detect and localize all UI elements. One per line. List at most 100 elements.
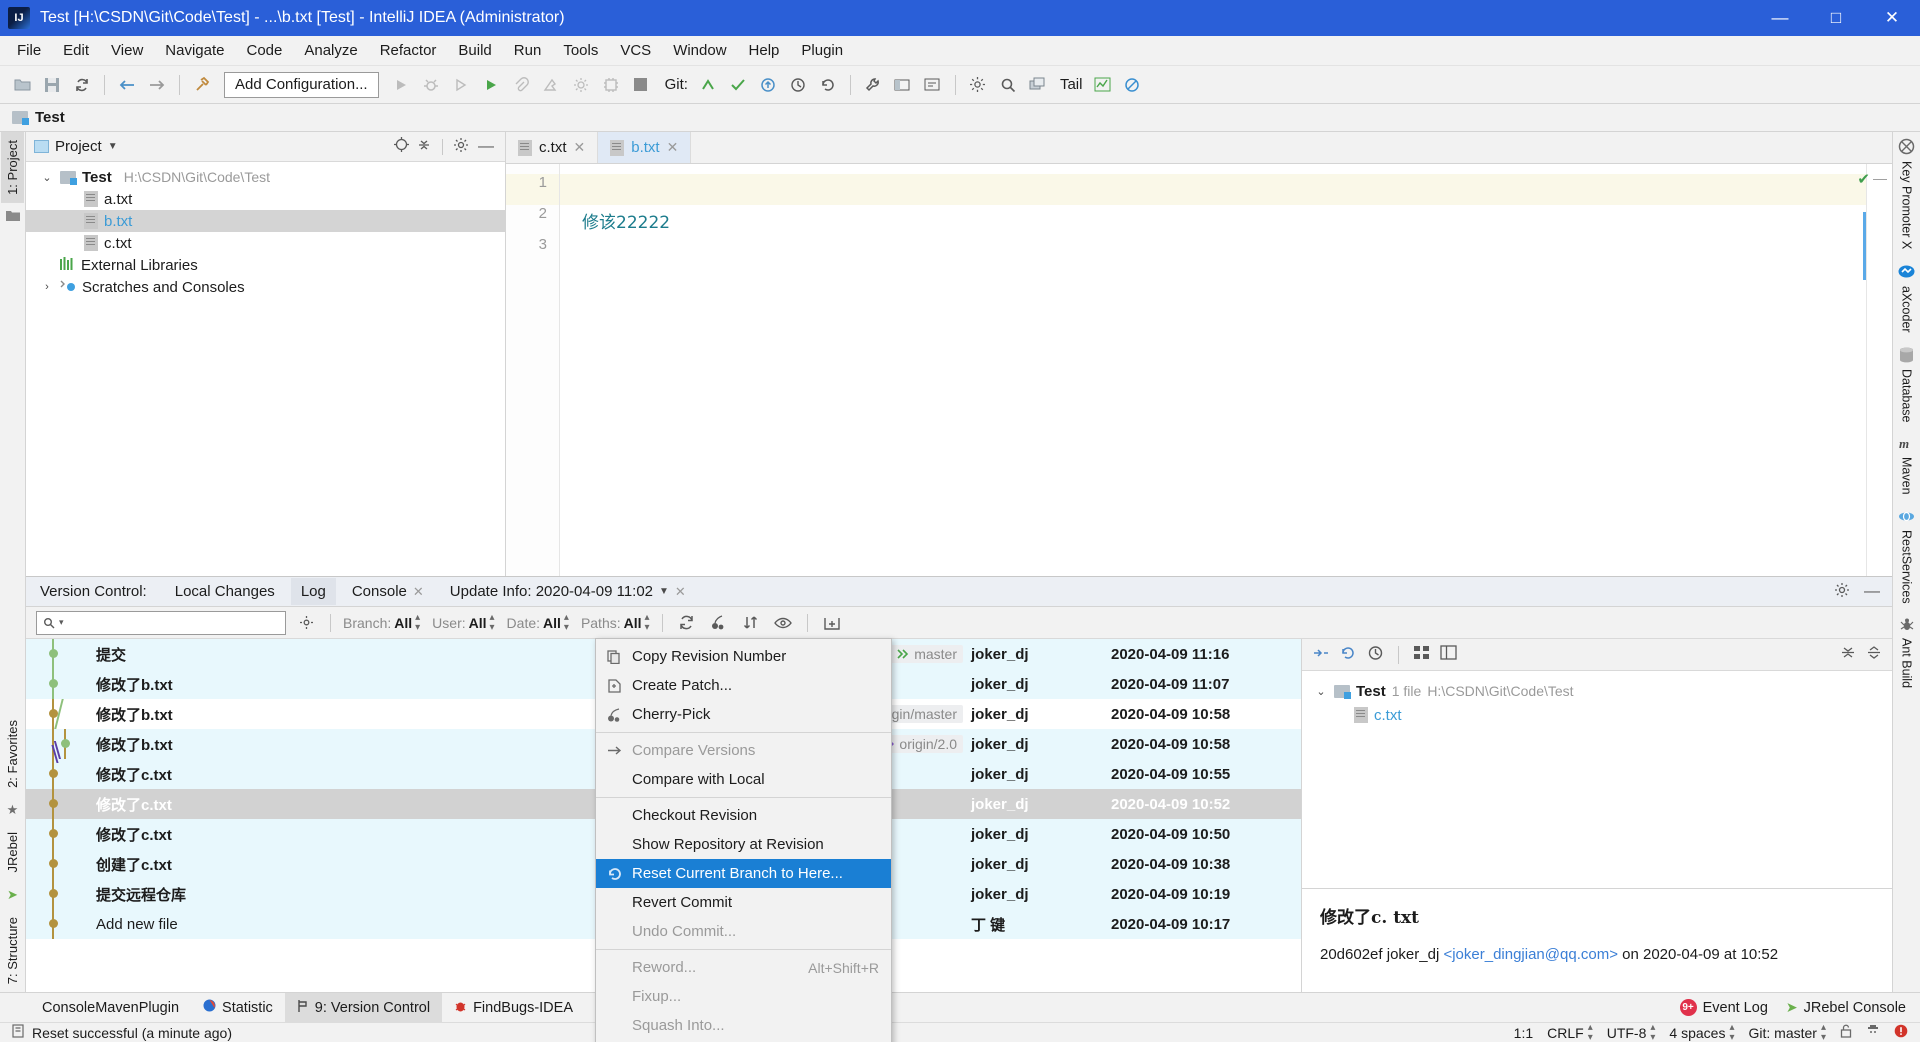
- event-log-button[interactable]: 9+ Event Log: [1679, 999, 1768, 1016]
- history-icon[interactable]: [1367, 645, 1384, 665]
- menu-item-navigate[interactable]: Navigate: [154, 38, 235, 63]
- memory-icon[interactable]: [597, 71, 625, 99]
- chart-icon[interactable]: [1088, 71, 1116, 99]
- menu-item-checkout-revision[interactable]: Checkout Revision: [596, 801, 891, 830]
- changed-file-row[interactable]: c.txt: [1308, 703, 1892, 727]
- commit-email[interactable]: <joker_dingjian@qq.com>: [1443, 946, 1618, 963]
- right-tab-maven[interactable]: m Maven: [1898, 436, 1915, 495]
- indent-selector[interactable]: 4 spaces ▴ ▾: [1669, 1022, 1734, 1042]
- menu-item-plugin[interactable]: Plugin: [790, 38, 854, 63]
- star-icon[interactable]: ★: [7, 802, 19, 818]
- menu-item-build[interactable]: Build: [447, 38, 502, 63]
- tree-node-external-libraries[interactable]: External Libraries: [26, 254, 505, 276]
- build-hammer-icon[interactable]: [188, 71, 216, 99]
- close-button[interactable]: ✕: [1864, 0, 1920, 36]
- right-tab-axcoder[interactable]: aXcoder: [1898, 263, 1915, 333]
- sidebar-item-jrebel[interactable]: JRebel: [1, 824, 24, 880]
- right-tab-ant-build[interactable]: Ant Build: [1899, 617, 1915, 689]
- attach-icon[interactable]: [507, 71, 535, 99]
- bottom-tab-console-maven-plugin[interactable]: ConsoleMavenPlugin: [30, 994, 191, 1022]
- git-commit-icon[interactable]: [724, 71, 752, 99]
- filter-settings-icon[interactable]: [294, 611, 318, 635]
- close-icon[interactable]: ✕: [675, 584, 686, 600]
- bottom-tab-version-control[interactable]: 9: Version Control: [284, 992, 443, 1023]
- tree-node-c-txt[interactable]: c.txt: [26, 232, 505, 254]
- cherry-pick-icon[interactable]: [707, 611, 731, 635]
- git-push-icon[interactable]: [754, 71, 782, 99]
- editor-tab-c-txt[interactable]: c.txt ✕: [506, 132, 599, 163]
- run-configuration-selector[interactable]: Add Configuration...: [224, 71, 379, 98]
- menu-item-window[interactable]: Window: [662, 38, 737, 63]
- chevron-down-icon[interactable]: ⌄: [1314, 685, 1328, 698]
- collapse-all-icon[interactable]: [416, 137, 432, 157]
- right-tab-restservices[interactable]: RestServices: [1898, 509, 1915, 603]
- locate-icon[interactable]: [393, 136, 410, 157]
- git-branch-selector[interactable]: Git: master ▴ ▾: [1749, 1022, 1827, 1042]
- tree-node-test[interactable]: ⌄ Test H:\CSDN\Git\Code\Test: [26, 166, 505, 188]
- menu-item-code[interactable]: Code: [235, 38, 293, 63]
- sidebar-item-structure[interactable]: 7: Structure: [1, 909, 24, 992]
- forward-arrow-icon[interactable]: [143, 71, 171, 99]
- code-line[interactable]: [560, 236, 1892, 267]
- hide-panel-icon[interactable]: —: [475, 138, 497, 156]
- menu-item-help[interactable]: Help: [738, 38, 791, 63]
- tab-local-changes[interactable]: Local Changes: [165, 578, 285, 605]
- caret-position[interactable]: 1:1: [1514, 1025, 1533, 1041]
- chevron-down-icon[interactable]: ⌄: [40, 171, 54, 184]
- disable-icon[interactable]: [1118, 71, 1146, 99]
- hide-panel-icon[interactable]: —: [1864, 583, 1880, 601]
- sdk-icon[interactable]: [919, 71, 947, 99]
- chevron-down-icon[interactable]: ▼: [108, 141, 118, 152]
- minimize-button[interactable]: —: [1752, 0, 1808, 36]
- filter-date[interactable]: Date: All ▴ ▾: [507, 612, 569, 633]
- revert-icon[interactable]: [1340, 645, 1357, 665]
- collapse-all-icon[interactable]: [1866, 645, 1882, 664]
- layers-icon[interactable]: [1024, 71, 1052, 99]
- run-icon[interactable]: [387, 71, 415, 99]
- menu-item-vcs[interactable]: VCS: [609, 38, 662, 63]
- tab-log[interactable]: Log: [290, 578, 336, 605]
- add-repository-icon[interactable]: [820, 611, 844, 635]
- chevron-down-icon[interactable]: ▾: [59, 617, 64, 628]
- git-revert-icon[interactable]: [814, 71, 842, 99]
- show-diff-icon[interactable]: [1312, 645, 1330, 665]
- run-green-icon[interactable]: [477, 71, 505, 99]
- gear-icon[interactable]: [453, 137, 469, 157]
- menu-item-file[interactable]: File: [6, 38, 52, 63]
- save-all-icon[interactable]: [38, 71, 66, 99]
- menu-item-reset-current-branch-to-here[interactable]: Reset Current Branch to Here...: [596, 859, 891, 888]
- jrebel-console-button[interactable]: ➤ JRebel Console: [1786, 999, 1906, 1016]
- menu-item-view[interactable]: View: [100, 38, 154, 63]
- settings-gear-icon[interactable]: [964, 71, 992, 99]
- filter-user[interactable]: User: All ▴ ▾: [432, 612, 494, 633]
- menu-item-compare-with-local[interactable]: Compare with Local: [596, 765, 891, 794]
- filter-paths[interactable]: Paths: All ▴ ▾: [581, 612, 650, 633]
- menu-item-edit[interactable]: Edit: [52, 38, 100, 63]
- refresh-icon[interactable]: [675, 611, 699, 635]
- profile-icon[interactable]: [537, 71, 565, 99]
- search-everywhere-icon[interactable]: [994, 71, 1022, 99]
- maximize-button[interactable]: □: [1808, 0, 1864, 36]
- changed-file-name[interactable]: c.txt: [1374, 707, 1402, 724]
- debug-icon[interactable]: [417, 71, 445, 99]
- menu-item-show-repository-at-revision[interactable]: Show Repository at Revision: [596, 830, 891, 859]
- bottom-tab-findbugs[interactable]: FindBugs-IDEA: [442, 993, 585, 1022]
- sort-icon[interactable]: [739, 611, 763, 635]
- tab-update-info[interactable]: Update Info: 2020-04-09 11:02 ▼ ✕: [440, 578, 696, 605]
- close-icon[interactable]: ✕: [574, 139, 586, 156]
- code-line[interactable]: [560, 174, 1892, 205]
- menu-item-create-patch[interactable]: Create Patch...: [596, 671, 891, 700]
- lock-icon[interactable]: [1840, 1024, 1852, 1041]
- git-update-icon[interactable]: [694, 71, 722, 99]
- open-folder-icon[interactable]: [8, 71, 36, 99]
- encoding-selector[interactable]: UTF-8 ▴ ▾: [1607, 1022, 1656, 1042]
- code-line[interactable]: 修该22222: [560, 205, 1892, 236]
- right-tab-database[interactable]: Database: [1899, 347, 1914, 422]
- menu-item-tools[interactable]: Tools: [552, 38, 609, 63]
- run-coverage-icon[interactable]: [447, 71, 475, 99]
- expand-all-icon[interactable]: [1840, 645, 1856, 664]
- structure-folder-icon[interactable]: [5, 209, 20, 224]
- close-icon[interactable]: ✕: [667, 139, 679, 156]
- menu-item-cherry-pick[interactable]: Cherry-Pick: [596, 700, 891, 729]
- tail-label[interactable]: Tail: [1060, 76, 1083, 93]
